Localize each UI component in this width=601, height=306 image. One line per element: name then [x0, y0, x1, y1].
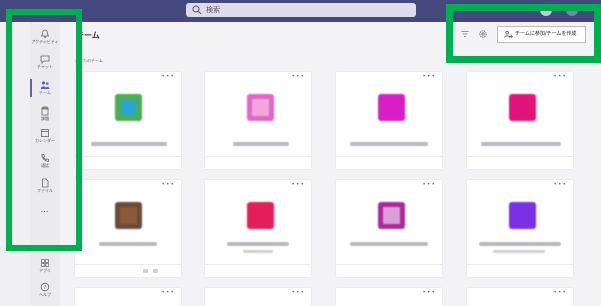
team-card[interactable]: ••• — [205, 180, 311, 277]
apps-icon — [41, 259, 49, 267]
team-card-more-button[interactable]: ••• — [161, 290, 175, 296]
rail-item-help[interactable]: ? ヘルプ — [30, 280, 60, 306]
team-card[interactable]: ••• — [336, 180, 442, 277]
team-description — [493, 250, 545, 253]
team-avatar — [115, 94, 142, 121]
help-icon: ? — [40, 282, 50, 292]
team-card-more-button[interactable]: ••• — [161, 182, 175, 188]
team-name — [233, 142, 289, 146]
team-card-more-button[interactable]: ••• — [553, 74, 567, 80]
team-name — [479, 242, 561, 246]
team-card-more-button[interactable]: ••• — [291, 290, 305, 296]
rail-label: アプリ — [39, 268, 51, 273]
card-divider — [205, 156, 311, 157]
card-divider — [336, 156, 442, 157]
team-card[interactable]: ••• — [75, 72, 181, 169]
team-name — [350, 242, 428, 246]
team-avatar — [378, 94, 405, 121]
card-divider — [205, 264, 311, 265]
card-divider — [467, 264, 573, 265]
search-placeholder: 検索 — [206, 6, 220, 14]
team-name — [481, 142, 561, 146]
search-icon — [192, 5, 202, 15]
team-avatar — [378, 202, 405, 229]
team-avatar — [509, 94, 536, 121]
team-card[interactable]: ••• — [75, 288, 181, 306]
card-icon[interactable] — [153, 269, 158, 273]
team-card-more-button[interactable]: ••• — [422, 182, 436, 188]
rail-label: ヘルプ — [39, 292, 51, 297]
team-name — [91, 142, 167, 146]
search-box[interactable]: 検索 — [186, 3, 416, 17]
team-avatar — [115, 202, 142, 229]
team-card[interactable]: ••• — [75, 180, 181, 277]
team-card-more-button[interactable]: ••• — [161, 74, 175, 80]
svg-text:?: ? — [44, 285, 47, 291]
team-avatar — [509, 202, 536, 229]
team-card-more-button[interactable]: ••• — [422, 74, 436, 80]
team-card[interactable]: ••• — [336, 72, 442, 169]
card-divider — [75, 156, 181, 157]
team-card-more-button[interactable]: ••• — [553, 182, 567, 188]
team-card-more-button[interactable]: ••• — [422, 290, 436, 296]
card-divider — [467, 156, 573, 157]
team-avatar — [247, 94, 274, 121]
rail-item-apps[interactable]: アプリ — [30, 256, 60, 282]
highlight-box-header-actions — [446, 4, 601, 63]
team-card[interactable]: ••• — [467, 72, 573, 169]
card-divider — [336, 264, 442, 265]
team-card-more-button[interactable]: ••• — [553, 290, 567, 296]
team-name — [99, 242, 157, 246]
team-card-more-button[interactable]: ••• — [291, 74, 305, 80]
team-card-more-button[interactable]: ••• — [291, 182, 305, 188]
team-card[interactable]: ••• — [205, 72, 311, 169]
team-name — [350, 142, 428, 146]
team-avatar — [247, 202, 274, 229]
team-card[interactable]: ••• — [467, 288, 573, 306]
team-description — [243, 250, 273, 253]
team-card[interactable]: ••• — [467, 180, 573, 277]
team-name — [227, 242, 289, 246]
team-card[interactable]: ••• — [336, 288, 442, 306]
team-card[interactable]: ••• — [205, 288, 311, 306]
highlight-box-rail — [6, 9, 82, 251]
card-icon[interactable] — [143, 269, 148, 273]
card-divider — [75, 264, 181, 265]
